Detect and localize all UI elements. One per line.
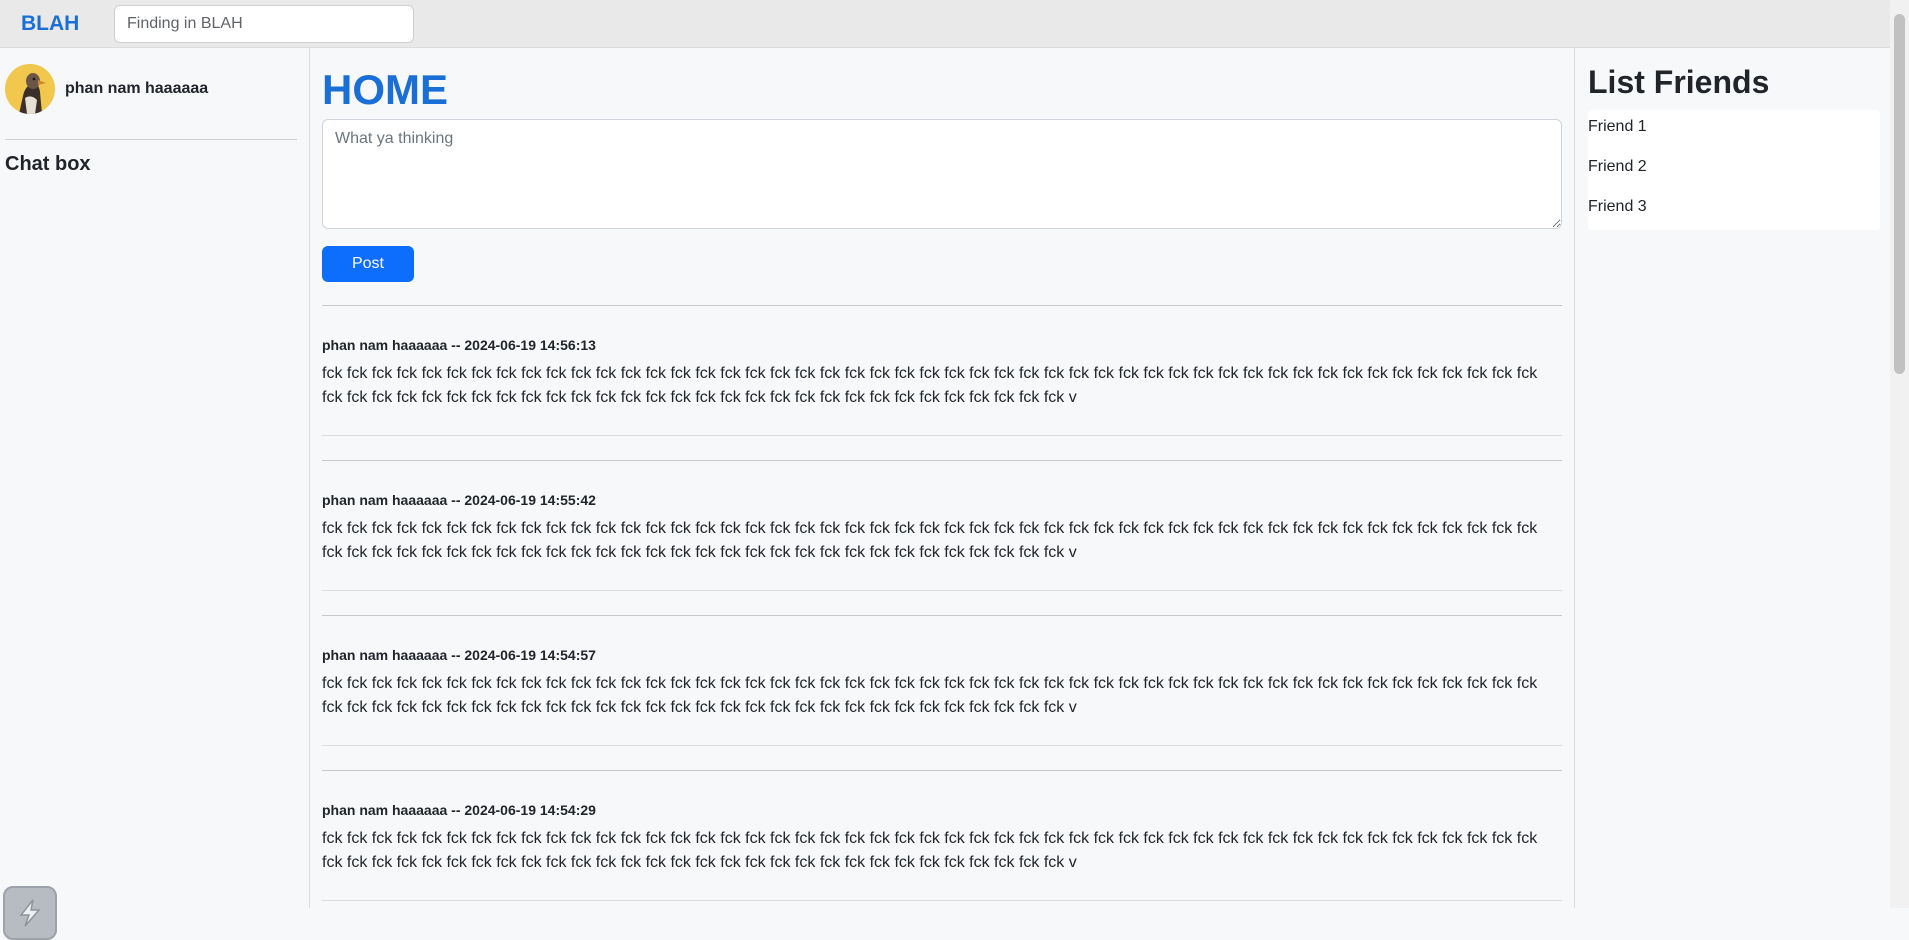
post-composer[interactable] [322, 119, 1562, 229]
avatar[interactable] [5, 64, 55, 114]
user-name[interactable]: phan nam haaaaaa [65, 80, 208, 98]
post-meta: phan nam haaaaaa -- 2024-06-19 14:54:29 [322, 802, 596, 818]
page-title: HOME [322, 66, 448, 113]
friend-item[interactable]: Friend 1 [1588, 118, 1880, 158]
post-content: fck fck fck fck fck fck fck fck fck fck … [322, 520, 1538, 561]
post-content: fck fck fck fck fck fck fck fck fck fck … [322, 365, 1538, 406]
lightning-widget-icon [19, 899, 41, 927]
top-navbar: BLAH [0, 0, 1890, 48]
post-item: phan nam haaaaaa -- 2024-06-19 14:56:13 … [322, 305, 1562, 436]
post-item: phan nam haaaaaa -- 2024-06-19 14:55:42 … [322, 460, 1562, 591]
brand-logo[interactable]: BLAH [21, 12, 114, 36]
floating-widget-button[interactable] [3, 886, 57, 940]
scrollbar-thumb[interactable] [1894, 14, 1905, 374]
page-scrollbar[interactable] [1890, 0, 1909, 908]
post-item: phan nam haaaaaa -- 2024-06-19 14:54:57 … [322, 615, 1562, 746]
post-button[interactable]: Post [322, 246, 414, 282]
right-sidebar: List Friends Friend 1 Friend 2 Friend 3 [1574, 48, 1890, 908]
friends-list-title: List Friends [1588, 64, 1770, 100]
left-sidebar: phan nam haaaaaa Chat box [0, 48, 310, 940]
post-item: phan nam haaaaaa -- 2024-06-19 14:54:29 … [322, 770, 1562, 901]
post-content: fck fck fck fck fck fck fck fck fck fck … [322, 830, 1538, 871]
friends-list: Friend 1 Friend 2 Friend 3 [1588, 110, 1880, 230]
main-content: HOME Post phan nam haaaaaa -- 2024-06-19… [322, 48, 1562, 908]
user-profile[interactable]: phan nam haaaaaa [5, 64, 208, 114]
post-meta: phan nam haaaaaa -- 2024-06-19 14:56:13 [322, 337, 596, 353]
post-content: fck fck fck fck fck fck fck fck fck fck … [322, 675, 1538, 716]
post-feed: phan nam haaaaaa -- 2024-06-19 14:56:13 … [322, 305, 1562, 925]
post-meta: phan nam haaaaaa -- 2024-06-19 14:54:57 [322, 647, 596, 663]
duck-avatar-icon [5, 64, 55, 114]
post-meta: phan nam haaaaaa -- 2024-06-19 14:55:42 [322, 492, 596, 508]
search-input[interactable] [114, 4, 414, 43]
friend-item[interactable]: Friend 2 [1588, 158, 1880, 198]
friend-item[interactable]: Friend 3 [1588, 198, 1880, 238]
chat-box-title: Chat box [5, 153, 91, 175]
divider [5, 139, 297, 140]
